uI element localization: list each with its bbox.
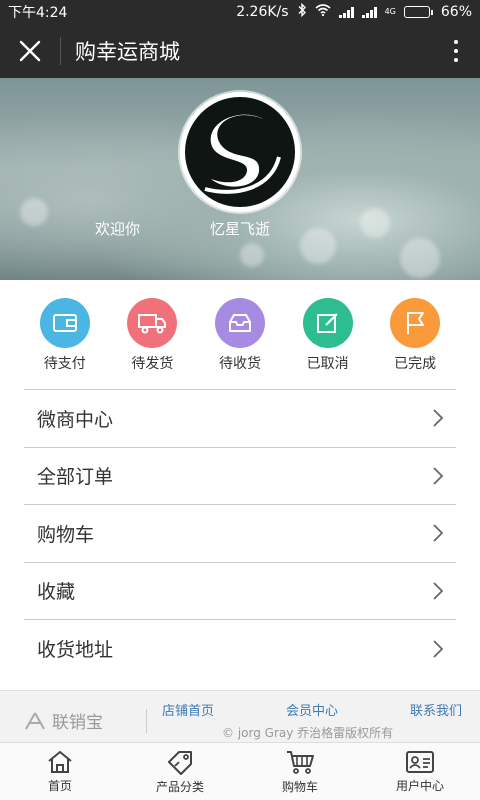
order-label: 已完成 (394, 356, 437, 372)
nav-cart[interactable]: 购物车 (240, 743, 360, 800)
wifi-icon (315, 4, 331, 20)
truck-icon (127, 298, 178, 348)
chevron-right-icon (433, 524, 444, 542)
footer-divider (146, 709, 147, 733)
more-vertical-icon (454, 40, 458, 44)
edit-icon (302, 298, 353, 348)
nav-user-center[interactable]: 用户中心 (360, 743, 480, 800)
menu-item-label: 微商中心 (37, 408, 114, 431)
menu-item-favorites[interactable]: 收藏 (24, 563, 456, 620)
flag-icon (390, 298, 441, 348)
chevron-right-icon (433, 582, 444, 600)
order-label: 待发货 (131, 356, 174, 372)
order-label: 待收货 (218, 356, 261, 372)
footer-brand: 联销宝 (24, 708, 103, 733)
menu-item-wechat-center[interactable]: 微商中心 (24, 390, 456, 448)
bottom-nav: 首页 产品分类 购物车 用户中心 (0, 742, 480, 800)
title-bar: 购幸运商城 (0, 24, 480, 78)
wallet-icon (39, 298, 90, 348)
network-type: 4G (384, 7, 396, 16)
battery-icon (403, 6, 433, 18)
chevron-right-icon (433, 467, 444, 485)
order-pending-payment[interactable]: 待支付 (30, 298, 100, 378)
brand-logo-icon (25, 712, 45, 729)
nav-home[interactable]: 首页 (0, 743, 120, 800)
status-time: 下午4:24 (8, 5, 68, 21)
footer-link-store-home[interactable]: 店铺首页 (162, 700, 214, 719)
nav-label: 产品分类 (155, 779, 204, 794)
order-pending-shipment[interactable]: 待发货 (117, 298, 187, 378)
title-divider (60, 37, 61, 65)
page-title: 购幸运商城 (75, 40, 180, 64)
tag-icon (168, 750, 192, 775)
order-status-row: 待支付 待发货 待收货 已取消 已完成 (0, 298, 480, 378)
status-bar: 下午4:24 2.26K/s 4G 66% (0, 0, 480, 24)
order-label: 待支付 (43, 356, 86, 372)
close-button[interactable] (0, 24, 60, 78)
chevron-right-icon (433, 640, 444, 658)
signal-icon (338, 6, 354, 18)
nav-label: 用户中心 (395, 778, 444, 793)
profile-header: 欢迎你 忆星飞逝 (0, 78, 480, 280)
menu-item-label: 购物车 (37, 523, 95, 546)
order-completed[interactable]: 已完成 (380, 298, 450, 378)
user-card-icon (406, 750, 434, 773)
bluetooth-icon (297, 2, 307, 21)
cart-icon (287, 750, 314, 774)
home-icon (48, 750, 72, 773)
menu-item-address[interactable]: 收货地址 (24, 620, 456, 678)
footer-link-member-center[interactable]: 会员中心 (286, 700, 338, 719)
order-pending-receipt[interactable]: 待收货 (205, 298, 275, 378)
menu-item-label: 收货地址 (37, 639, 114, 662)
chevron-right-icon (433, 409, 444, 427)
network-speed: 2.26K/s (236, 4, 289, 20)
battery-percent: 66% (440, 4, 472, 20)
more-button[interactable] (432, 24, 480, 78)
user-nickname: 忆星飞逝 (210, 220, 271, 238)
menu-list: 微商中心 全部订单 购物车 收藏 收货地址 (24, 389, 456, 678)
welcome-text: 欢迎你 (95, 220, 141, 238)
avatar[interactable] (180, 92, 300, 212)
nav-categories[interactable]: 产品分类 (120, 743, 240, 800)
copyright-text: © jorg Gray 乔治格雷版权所有 (222, 726, 394, 740)
footer-links: 店铺首页 会员中心 联系我们 (162, 700, 462, 719)
close-icon (19, 40, 41, 62)
menu-item-label: 全部订单 (37, 466, 114, 489)
nav-label: 首页 (47, 778, 72, 793)
nav-label: 购物车 (281, 779, 318, 794)
order-label: 已取消 (306, 356, 349, 372)
menu-item-label: 收藏 (37, 581, 76, 604)
signal-4g-icon (361, 6, 377, 18)
footer-link-contact[interactable]: 联系我们 (410, 700, 462, 719)
order-cancelled[interactable]: 已取消 (293, 298, 363, 378)
menu-item-all-orders[interactable]: 全部订单 (24, 448, 456, 505)
footer-brand-name: 联销宝 (52, 713, 103, 733)
inbox-icon (214, 298, 265, 348)
footer: 联销宝 店铺首页 会员中心 联系我们 © jorg Gray 乔治格雷版权所有 (0, 690, 480, 742)
menu-item-cart[interactable]: 购物车 (24, 505, 456, 563)
